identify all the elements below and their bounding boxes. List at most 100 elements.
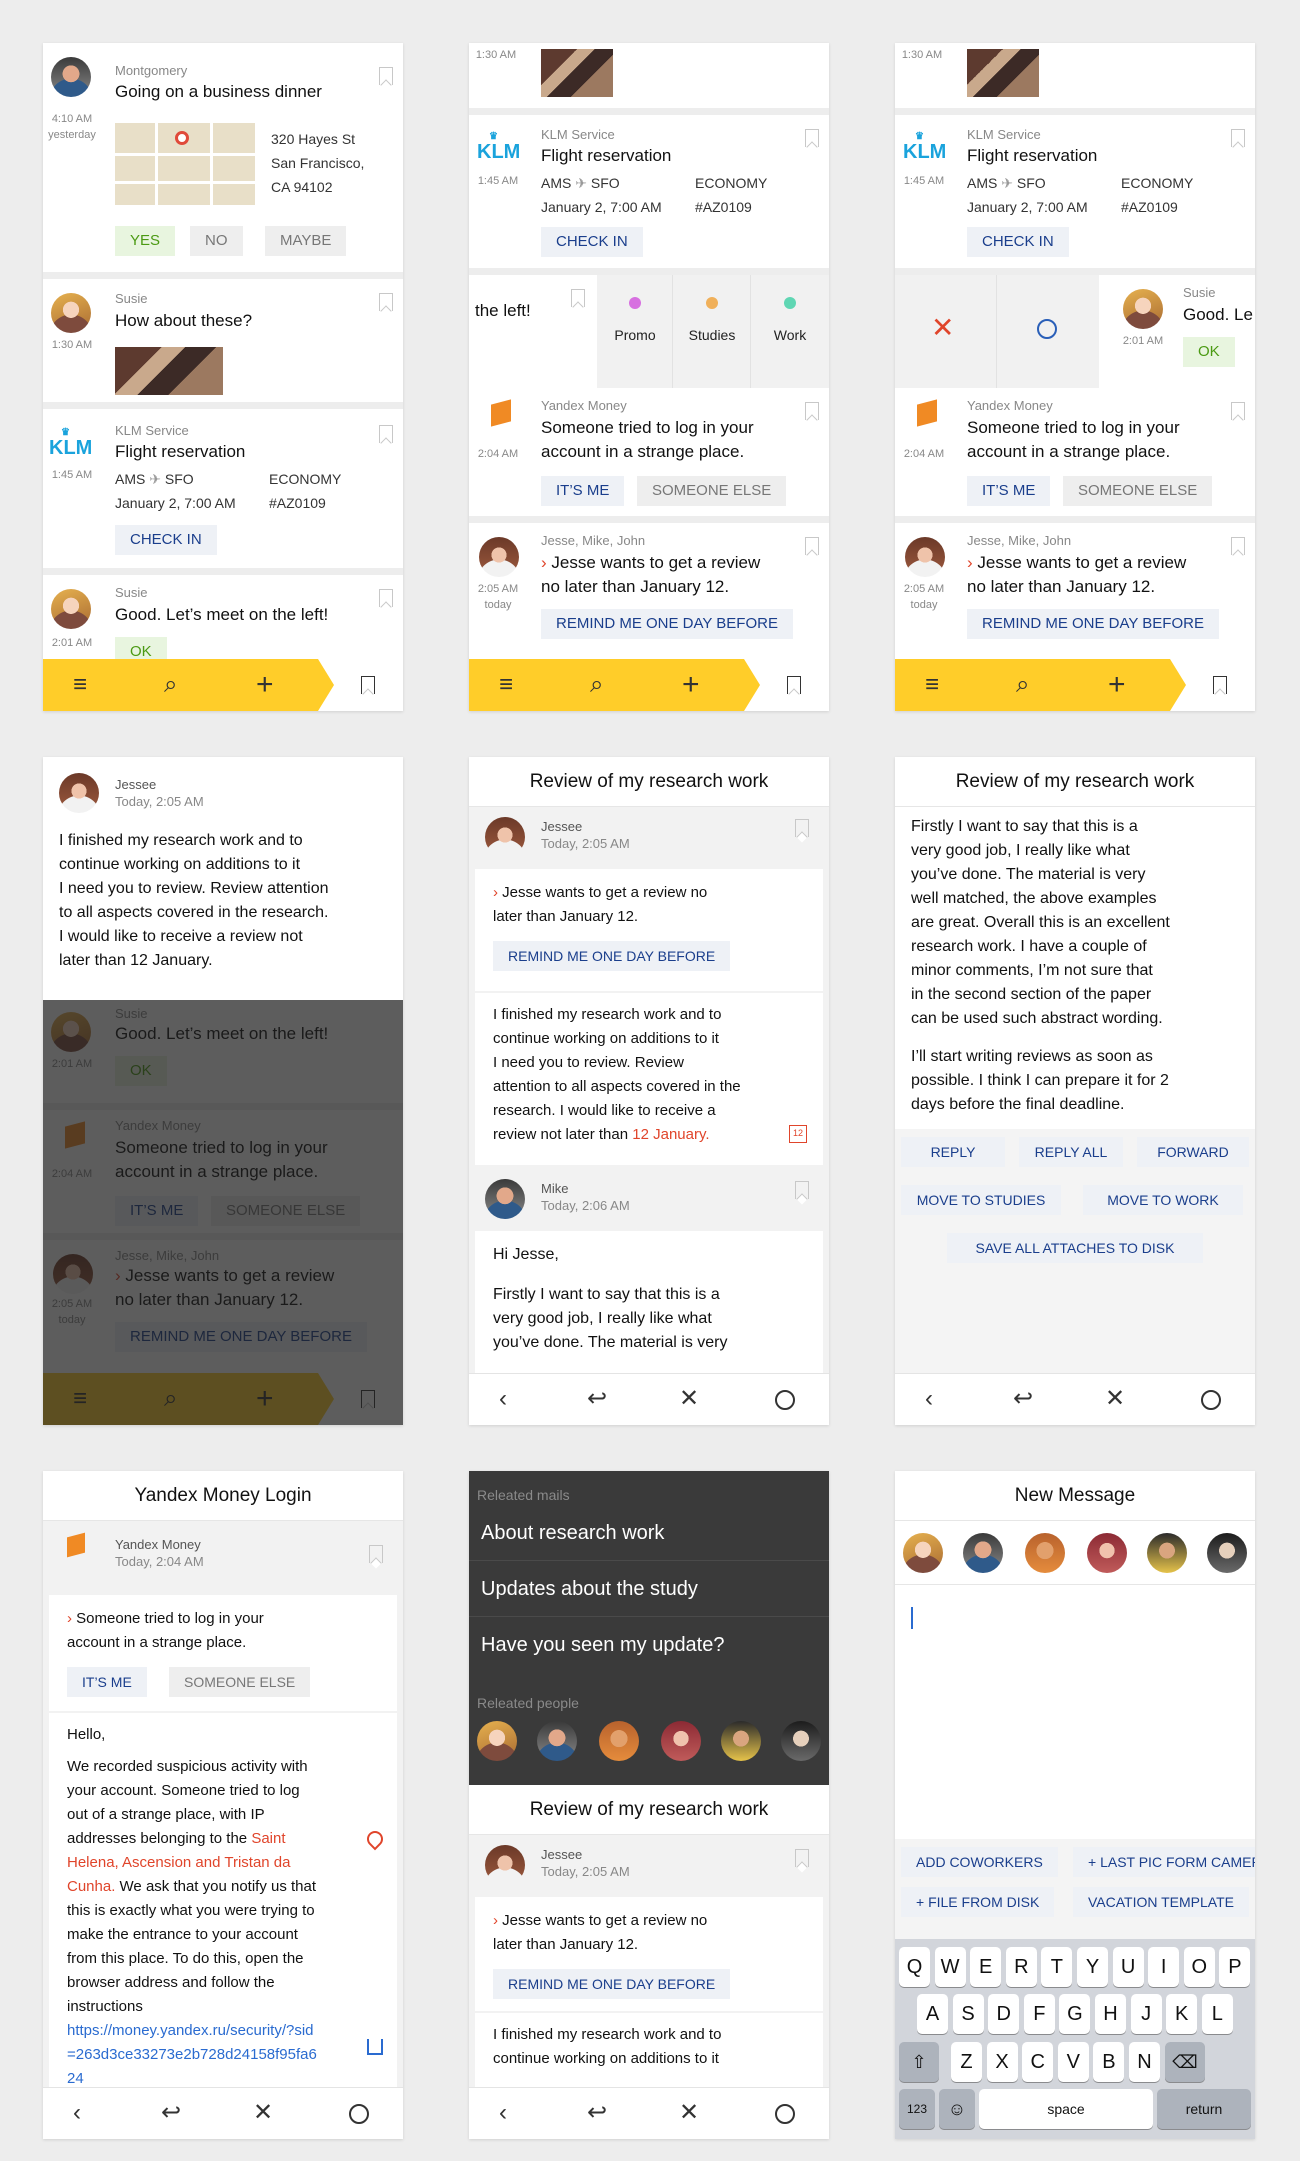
key-n[interactable]: N: [1129, 2042, 1160, 2082]
move-to-work-button[interactable]: MOVE TO WORK: [1083, 1185, 1243, 1215]
key-q[interactable]: Q: [899, 1947, 930, 1987]
reply-icon[interactable]: ↩: [587, 2100, 607, 2126]
reply-button[interactable]: REPLY: [901, 1137, 1005, 1167]
key-l[interactable]: L: [1201, 1994, 1233, 2034]
message-card-montgomery[interactable]: 4:10 AM yesterday Montgomery Going on a …: [43, 43, 403, 279]
clock-icon[interactable]: [775, 2104, 795, 2124]
avatar[interactable]: [661, 1721, 701, 1761]
delete-action[interactable]: ✕: [895, 275, 997, 388]
swiped-message[interactable]: the left!: [469, 275, 597, 388]
folder-promo[interactable]: Promo: [597, 275, 673, 388]
folder-work[interactable]: Work: [751, 275, 829, 388]
key-j[interactable]: J: [1130, 1994, 1162, 2034]
message-card-klm[interactable]: ♛ KLM 1:45 AM KLM Service Flight reservat…: [469, 115, 829, 275]
clock-icon[interactable]: [1201, 1390, 1221, 1410]
bookmark-icon[interactable]: [805, 402, 819, 420]
save-attachments-button[interactable]: SAVE ALL ATTACHES TO DISK: [947, 1233, 1203, 1263]
avatar[interactable]: [781, 1721, 821, 1761]
move-to-studies-button[interactable]: MOVE TO STUDIES: [901, 1185, 1061, 1215]
remind-button[interactable]: REMIND ME ONE DAY BEFORE: [493, 941, 731, 971]
check-in-button[interactable]: CHECK IN: [967, 227, 1069, 257]
key-u[interactable]: U: [1112, 1947, 1144, 1987]
dim-overlay[interactable]: [43, 1000, 403, 1425]
back-icon[interactable]: ‹: [499, 1386, 507, 1412]
message-input[interactable]: [895, 1595, 1255, 1835]
key-s[interactable]: S: [952, 1994, 984, 2034]
key-a[interactable]: A: [917, 1994, 948, 2034]
folder-studies[interactable]: Studies: [673, 275, 751, 388]
map-thumbnail[interactable]: [115, 123, 255, 205]
avatar[interactable]: [721, 1721, 761, 1761]
snooze-action[interactable]: [997, 275, 1099, 388]
key-c[interactable]: C: [1022, 2042, 1054, 2082]
reply-icon[interactable]: ↩: [587, 1386, 607, 1412]
remind-button[interactable]: REMIND ME ONE DAY BEFORE: [493, 1969, 731, 1999]
close-icon[interactable]: ✕: [1105, 1386, 1125, 1412]
bookmark-icon[interactable]: [369, 1545, 383, 1563]
someone-else-button[interactable]: SOMEONE ELSE: [1063, 476, 1213, 506]
search-icon[interactable]: ⌕: [590, 672, 603, 698]
its-me-button[interactable]: IT’S ME: [967, 476, 1051, 506]
back-icon[interactable]: ‹: [499, 2100, 507, 2126]
message-card-photo[interactable]: 1:30 AM: [895, 43, 1255, 115]
menu-icon[interactable]: ≡: [499, 672, 513, 698]
key-k[interactable]: K: [1166, 1994, 1198, 2034]
bookmark-icon[interactable]: [379, 67, 393, 85]
search-icon[interactable]: ⌕: [1016, 672, 1029, 698]
bookmarks-icon[interactable]: [787, 676, 801, 694]
key-w[interactable]: W: [934, 1947, 966, 1987]
backspace-key[interactable]: ⌫: [1165, 2042, 1205, 2082]
message-card-photo[interactable]: 1:30 AM: [469, 43, 829, 115]
recipient-avatar[interactable]: [1087, 1533, 1127, 1573]
add-icon[interactable]: +: [682, 670, 700, 700]
back-icon[interactable]: ‹: [73, 2100, 81, 2126]
shift-key[interactable]: ⇧: [899, 2042, 939, 2082]
bookmark-icon[interactable]: [1231, 537, 1245, 555]
remind-button[interactable]: REMIND ME ONE DAY BEFORE: [967, 609, 1219, 639]
bookmark-icon[interactable]: [805, 537, 819, 555]
search-icon[interactable]: ⌕: [164, 672, 177, 698]
recipient-avatar[interactable]: [1147, 1533, 1187, 1573]
avatar[interactable]: [537, 1721, 577, 1761]
key-g[interactable]: G: [1059, 1994, 1091, 2034]
message-card-jesse[interactable]: 2:05 AM today Jesse, Mike, John › Jesse …: [469, 523, 829, 659]
ok-button[interactable]: OK: [1183, 337, 1235, 367]
remind-button[interactable]: REMIND ME ONE DAY BEFORE: [541, 609, 793, 639]
reply-all-button[interactable]: REPLY ALL: [1019, 1137, 1123, 1167]
location-pin-icon[interactable]: [363, 1827, 387, 1851]
message-card-jesse[interactable]: 2:05 AM today Jesse, Mike, John › Jesse …: [895, 523, 1255, 659]
last-pic-button[interactable]: + LAST PIC FORM CAMERA: [1073, 1847, 1255, 1877]
key-r[interactable]: R: [1005, 1947, 1037, 1987]
key-d[interactable]: D: [988, 1994, 1020, 2034]
key-i[interactable]: I: [1148, 1947, 1180, 1987]
vacation-template-button[interactable]: VACATION TEMPLATE: [1073, 1887, 1249, 1917]
swipe-row[interactable]: the left! Promo Studies Work: [469, 275, 829, 388]
numbers-key[interactable]: 123: [899, 2089, 935, 2129]
related-mail-item[interactable]: Have you seen my update?: [469, 1617, 829, 1673]
message-card-yandex[interactable]: 2:04 AM Yandex Money Someone tried to lo…: [895, 388, 1255, 523]
photo-attachment[interactable]: [115, 347, 223, 395]
message-card-susie-2[interactable]: 2:01 AM Susie Good. Let’s meet on the le…: [43, 575, 403, 665]
someone-else-button[interactable]: SOMEONE ELSE: [637, 476, 787, 506]
bookmark-icon[interactable]: [379, 589, 393, 607]
clock-icon[interactable]: [349, 2104, 369, 2124]
recipient-avatar[interactable]: [903, 1533, 943, 1573]
key-t[interactable]: T: [1041, 1947, 1073, 1987]
menu-icon[interactable]: ≡: [925, 672, 939, 698]
key-e[interactable]: E: [970, 1947, 1002, 1987]
reply-icon[interactable]: ↩: [161, 2100, 181, 2126]
menu-icon[interactable]: ≡: [73, 672, 87, 698]
key-f[interactable]: F: [1023, 1994, 1055, 2034]
avatar[interactable]: [599, 1721, 639, 1761]
forward-button[interactable]: FORWARD: [1137, 1137, 1249, 1167]
avatar[interactable]: [477, 1721, 517, 1761]
key-p[interactable]: P: [1219, 1947, 1251, 1987]
related-mail-item[interactable]: About research work: [469, 1505, 829, 1561]
back-icon[interactable]: ‹: [925, 1386, 933, 1412]
bookmark-icon[interactable]: [805, 129, 819, 147]
its-me-button[interactable]: IT’S ME: [67, 1667, 147, 1697]
space-key[interactable]: space: [979, 2089, 1153, 2129]
share-icon[interactable]: [367, 2039, 383, 2055]
bookmark-icon[interactable]: [379, 425, 393, 443]
add-icon[interactable]: +: [1108, 670, 1126, 700]
